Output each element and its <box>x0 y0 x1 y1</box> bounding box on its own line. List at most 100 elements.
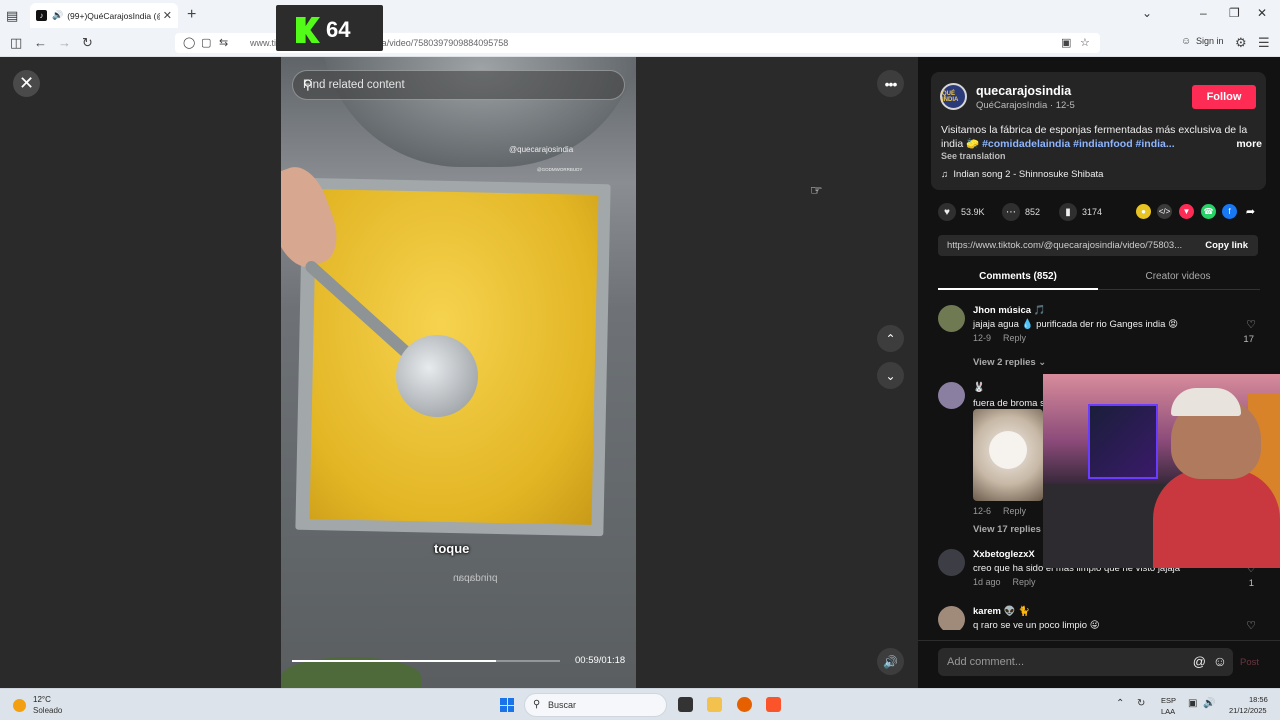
reload-icon[interactable]: ↻ <box>82 35 93 51</box>
follow-button[interactable]: Follow <box>1192 85 1256 109</box>
sidebar-icon[interactable]: ◫ <box>10 35 22 51</box>
heart-icon[interactable]: ♥ <box>938 203 956 221</box>
tab-overflow-chevron-icon[interactable]: ⌄ <box>1142 6 1152 20</box>
reader-view-icon[interactable]: ▣ <box>1061 36 1071 49</box>
more-options-icon[interactable]: ••• <box>877 70 904 97</box>
coin-share-icon[interactable]: ● <box>1136 204 1151 219</box>
add-comment-input[interactable]: Add comment... @ ☺ <box>938 648 1233 676</box>
view-replies-button[interactable]: View 17 replies <box>973 524 1041 535</box>
bookmark-icon[interactable]: ▮ <box>1059 203 1077 221</box>
volume-tray-icon[interactable]: 🔊 <box>1203 698 1215 709</box>
file-explorer-icon[interactable] <box>707 697 722 712</box>
volume-icon[interactable]: 🔊 <box>877 648 904 675</box>
language-code[interactable]: ESP <box>1161 696 1176 705</box>
repost-icon[interactable]: ▼ <box>1179 204 1194 219</box>
windows-start-icon[interactable] <box>500 698 514 712</box>
sign-in-button[interactable]: Sign in <box>1196 36 1224 46</box>
shield-icon[interactable]: ◯ <box>183 36 195 49</box>
facebook-icon[interactable]: f <box>1222 204 1237 219</box>
reply-button[interactable]: Reply <box>1013 577 1036 587</box>
commenter-name[interactable]: 🐰 <box>973 382 985 393</box>
music-link[interactable]: ♫ Indian song 2 - Shinnosuke Shibata <box>941 169 1103 180</box>
comment-meta: 12-9 Reply <box>973 333 1038 343</box>
account-icon[interactable]: ☺ <box>1181 36 1191 47</box>
share-arrow-icon[interactable]: ➦ <box>1243 204 1258 219</box>
browser-toolbar: ◫ ← → ↻ ◯ ▢ ⇆ www.tiktok.com/@quecarajos… <box>0 30 1280 57</box>
comment-meta: 12-6 Reply <box>973 506 1038 516</box>
tab-list-icon[interactable]: ▤ <box>6 8 22 23</box>
video-progress-fill <box>292 660 496 662</box>
maximize-icon[interactable]: ❐ <box>1229 6 1240 20</box>
sun-icon[interactable] <box>13 699 26 712</box>
tray-chevron-up-icon[interactable]: ⌃ <box>1116 698 1124 709</box>
commenter-avatar[interactable] <box>938 382 965 409</box>
reply-button[interactable]: Reply <box>1003 333 1026 343</box>
commenter-avatar[interactable] <box>938 305 965 332</box>
panel-tabs: Comments (852) Creator videos <box>938 265 1260 290</box>
copy-link-button[interactable]: Copy link <box>1205 240 1248 251</box>
creator-username[interactable]: quecarajosindia <box>976 84 1071 98</box>
comment-bubble-icon[interactable]: ⋯ <box>1002 203 1020 221</box>
commenter-name[interactable]: Jhon música 🎵 <box>973 305 1046 316</box>
video-player[interactable]: @quecarajosindia @GODMWORRBUDY toque pri… <box>281 57 636 688</box>
new-tab-icon[interactable]: + <box>187 6 196 24</box>
back-icon[interactable]: ← <box>34 35 47 50</box>
mention-at-icon[interactable]: @ <box>1193 654 1206 669</box>
video-link-text[interactable]: https://www.tiktok.com/@quecarajosindia/… <box>947 240 1187 251</box>
comment-cat-image[interactable] <box>973 409 1043 501</box>
extensions-icon[interactable]: ⚙ <box>1235 35 1247 51</box>
sync-icon[interactable]: ↻ <box>1137 698 1145 709</box>
clock-time[interactable]: 18:56 <box>1249 695 1268 704</box>
commenter-name[interactable]: karem 👽 🐈 <box>973 606 1030 617</box>
weather-condition[interactable]: Soleado <box>33 706 62 715</box>
comment-like-heart-icon[interactable]: ♡ <box>1246 619 1256 630</box>
task-view-icon[interactable] <box>678 697 693 712</box>
see-translation-link[interactable]: See translation <box>941 151 1006 161</box>
browser-tab-active[interactable]: ♪ 🔊 (99+)QuéCarajosIndia (@q ✕ <box>30 3 178 28</box>
find-related-search-input[interactable]: Find related content ⚲ <box>292 70 625 100</box>
commenter-name[interactable]: XxbetoglezxX <box>973 549 1035 560</box>
reply-button[interactable]: Reply <box>1003 506 1026 516</box>
video-watermark-small: @GODMWORRBUDY <box>537 167 583 172</box>
brave-icon[interactable] <box>766 697 781 712</box>
post-comment-button[interactable]: Post <box>1240 657 1259 668</box>
creator-avatar[interactable]: QUÉ INDIA <box>940 83 967 110</box>
tab-creator-videos[interactable]: Creator videos <box>1098 265 1258 290</box>
clock-date[interactable]: 21/12/2025 <box>1229 706 1267 715</box>
whatsapp-icon[interactable]: ☎ <box>1201 204 1216 219</box>
comment-action[interactable]: ⋯ 852 <box>1002 203 1040 221</box>
lock-icon[interactable]: ▢ <box>201 36 211 49</box>
embed-code-icon[interactable]: </> <box>1157 204 1172 219</box>
tab-close-icon[interactable]: ✕ <box>163 9 172 22</box>
tab-comments[interactable]: Comments (852) <box>938 265 1098 290</box>
minimize-icon[interactable]: – <box>1200 6 1207 20</box>
search-icon[interactable]: ⚲ <box>303 77 614 93</box>
close-icon[interactable]: ✕ <box>13 70 40 97</box>
commenter-avatar[interactable] <box>938 606 965 630</box>
keyboard-layout[interactable]: LAA <box>1161 707 1175 716</box>
description-more-button[interactable]: more <box>1236 137 1262 151</box>
previous-video-chevron-up-icon[interactable]: ⌃ <box>877 325 904 352</box>
commenter-avatar[interactable] <box>938 549 965 576</box>
comment-like-heart-icon[interactable]: ♡ <box>1246 318 1256 331</box>
emoji-icon[interactable]: ☺ <box>1213 653 1227 669</box>
network-icon[interactable]: ▣ <box>1188 698 1197 709</box>
menu-icon[interactable]: ☰ <box>1258 35 1270 51</box>
permissions-icon[interactable]: ⇆ <box>219 36 228 49</box>
window-close-icon[interactable]: ✕ <box>1257 6 1267 20</box>
next-video-chevron-down-icon[interactable]: ⌄ <box>877 362 904 389</box>
weather-temperature[interactable]: 12°C <box>33 695 51 704</box>
gaming-pc-shape <box>1088 404 1158 479</box>
save-action[interactable]: ▮ 3174 <box>1059 203 1102 221</box>
bookmark-star-icon[interactable]: ☆ <box>1080 36 1090 49</box>
taskbar-search-input[interactable]: ⚲ Buscar <box>524 693 667 717</box>
comment-text: fuera de broma s <box>973 398 1045 409</box>
video-progress-bar[interactable] <box>292 660 560 662</box>
description-hashtags[interactable]: #comidadelaindia #indianfood #india... <box>982 138 1175 150</box>
view-replies-button[interactable]: View 2 replies ⌄ <box>973 357 1046 368</box>
add-comment-placeholder: Add comment... <box>947 656 1025 668</box>
like-action[interactable]: ♥ 53.9K <box>938 203 985 221</box>
firefox-icon[interactable] <box>737 697 752 712</box>
forward-icon[interactable]: → <box>58 35 71 50</box>
speaker-icon[interactable]: 🔊 <box>52 10 63 21</box>
